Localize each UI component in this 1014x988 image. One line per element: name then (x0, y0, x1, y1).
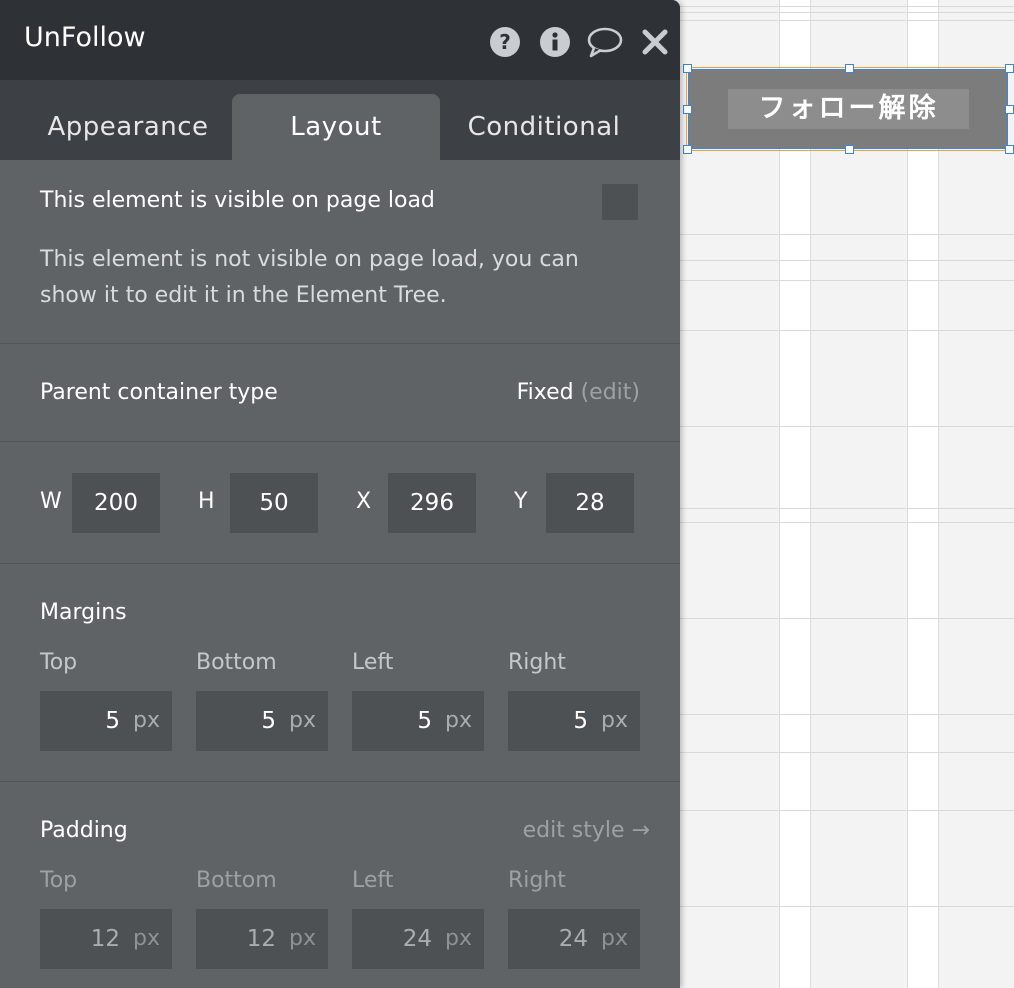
padding-top-input: 12 px (40, 909, 172, 969)
element-name[interactable]: UnFollow (24, 22, 146, 53)
margin-top-unit: px (133, 708, 160, 733)
edit-style-link[interactable]: edit style → (523, 818, 650, 843)
dimensions-section: W 200 H 50 X 296 Y 28 (0, 442, 680, 564)
padding-left-label: Left (352, 868, 394, 893)
comment-icon[interactable] (586, 25, 624, 59)
grid-line (680, 280, 1014, 281)
grid-line (680, 20, 1014, 21)
margin-right-label: Right (508, 650, 566, 675)
margins-section: Margins Top Bottom Left Right 5 px 5 px … (0, 564, 680, 782)
padding-right-unit: px (601, 926, 628, 951)
padding-top-label: Top (40, 868, 78, 893)
grid-line (680, 260, 1014, 261)
resize-handle-right[interactable] (1005, 105, 1014, 114)
parent-container-label: Parent container type (40, 380, 278, 405)
close-icon[interactable] (638, 25, 672, 59)
resize-handle-left[interactable] (683, 105, 692, 114)
width-input[interactable]: 200 (72, 473, 160, 533)
margin-top-input[interactable]: 5 px (40, 691, 172, 751)
parent-container-edit-link[interactable]: (edit) (581, 380, 640, 405)
svg-text:?: ? (499, 30, 511, 54)
margin-bottom-input[interactable]: 5 px (196, 691, 328, 751)
grid-line (680, 714, 1014, 715)
padding-right-input: 24 px (508, 909, 640, 969)
resize-handle-bottom-left[interactable] (683, 145, 692, 154)
margin-left-label: Left (352, 650, 394, 675)
grid-line (680, 752, 1014, 753)
x-input[interactable]: 296 (388, 473, 476, 533)
info-icon[interactable] (538, 25, 572, 59)
padding-bottom-value: 12 (246, 926, 276, 952)
visible-on-load-checkbox[interactable] (602, 184, 638, 220)
grid-line (680, 810, 1014, 811)
height-input[interactable]: 50 (230, 473, 318, 533)
x-label: X (356, 489, 372, 514)
tab-appearance[interactable]: Appearance (24, 94, 232, 160)
grid-line (680, 508, 1014, 509)
panel-tabs: Appearance Layout Conditional (0, 80, 680, 160)
padding-bottom-unit: px (289, 926, 316, 951)
grid-line (680, 906, 1014, 907)
tab-conditional[interactable]: Conditional (440, 94, 648, 160)
margin-top-value: 5 (105, 708, 120, 734)
parent-container-section: Parent container type Fixed (edit) (0, 344, 680, 442)
height-label: H (198, 489, 215, 514)
padding-title: Padding (40, 818, 128, 843)
help-icon[interactable]: ? (488, 25, 522, 59)
margin-bottom-value: 5 (261, 708, 276, 734)
margin-left-input[interactable]: 5 px (352, 691, 484, 751)
visibility-section: This element is visible on page load Thi… (0, 160, 680, 344)
grid-line (680, 234, 1014, 235)
margin-right-value: 5 (573, 708, 588, 734)
padding-section: Padding edit style → Top Bottom Left Rig… (0, 782, 680, 988)
property-editor-panel: UnFollow ? Appearance Layout Conditional… (0, 0, 680, 988)
grid-line (680, 12, 1014, 13)
visible-on-load-label: This element is visible on page load (40, 188, 435, 213)
grid-line (680, 6, 1014, 7)
resize-handle-top[interactable] (845, 64, 854, 73)
grid-line (680, 426, 1014, 427)
padding-top-value: 12 (90, 926, 120, 952)
padding-right-label: Right (508, 868, 566, 893)
resize-handle-top-right[interactable] (1005, 64, 1014, 73)
margin-bottom-unit: px (289, 708, 316, 733)
unfollow-button-label: フォロー解除 (728, 89, 969, 129)
panel-header[interactable]: UnFollow ? (0, 0, 680, 80)
parent-container-value: Fixed (edit) (517, 380, 640, 405)
padding-left-input: 24 px (352, 909, 484, 969)
margin-right-input[interactable]: 5 px (508, 691, 640, 751)
tab-layout[interactable]: Layout (232, 94, 440, 160)
resize-handle-top-left[interactable] (683, 64, 692, 73)
margin-bottom-label: Bottom (196, 650, 277, 675)
grid-line (680, 618, 1014, 619)
margin-right-unit: px (601, 708, 628, 733)
padding-right-value: 24 (558, 926, 588, 952)
margins-title: Margins (40, 600, 127, 625)
margin-left-value: 5 (417, 708, 432, 734)
resize-handle-bottom-right[interactable] (1005, 145, 1014, 154)
resize-handle-bottom[interactable] (845, 145, 854, 154)
margin-left-unit: px (445, 708, 472, 733)
visibility-description: This element is not visible on page load… (40, 247, 579, 308)
grid-line (680, 522, 1014, 523)
y-label: Y (514, 489, 528, 514)
padding-top-unit: px (133, 926, 160, 951)
padding-left-unit: px (445, 926, 472, 951)
width-label: W (40, 489, 62, 514)
padding-bottom-input: 12 px (196, 909, 328, 969)
padding-bottom-label: Bottom (196, 868, 277, 893)
padding-left-value: 24 (402, 926, 432, 952)
grid-line (680, 330, 1014, 331)
parent-container-type: Fixed (516, 380, 574, 405)
y-input[interactable]: 28 (546, 473, 634, 533)
margin-top-label: Top (40, 650, 78, 675)
